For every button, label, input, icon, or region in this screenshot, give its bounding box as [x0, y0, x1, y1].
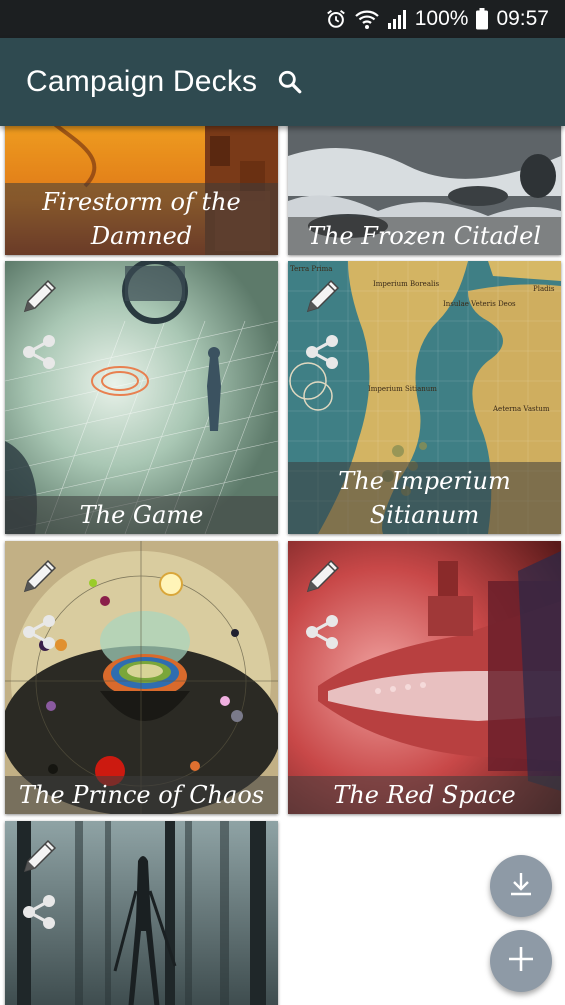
deck-title: The Prince of Chaos: [5, 776, 278, 814]
map-label: Terra Prima: [290, 265, 332, 273]
deck-title: The Red Space: [288, 776, 561, 814]
deck-title: Firestorm of the Damned: [5, 183, 278, 255]
map-label: Aeterna Vastum: [492, 405, 550, 413]
alarm-icon: [325, 8, 347, 30]
search-icon[interactable]: [275, 67, 305, 97]
deck-card-firestorm[interactable]: Firestorm of the Damned: [5, 126, 278, 255]
deck-title: The Imperium Sitianum: [288, 462, 561, 534]
edit-icon[interactable]: [19, 555, 61, 597]
clock: 09:57: [496, 7, 549, 30]
deck-card-forest[interactable]: [5, 821, 278, 1005]
deck-title: The Game: [5, 496, 278, 534]
edit-icon[interactable]: [19, 835, 61, 877]
map-label: Pladis: [533, 285, 555, 293]
battery-level: 100%: [414, 7, 469, 30]
share-icon[interactable]: [19, 331, 61, 373]
deck-card-imperium-sitianum[interactable]: Terra Prima Imperium Borealis Insulae Ve…: [288, 261, 561, 534]
share-icon[interactable]: [19, 611, 61, 653]
app-bar: Campaign Decks: [0, 38, 565, 126]
deck-grid: Firestorm of the Damned The Frozen Citad…: [0, 126, 565, 1005]
share-icon[interactable]: [302, 611, 344, 653]
share-icon[interactable]: [302, 331, 344, 373]
battery-icon: [476, 8, 489, 30]
add-deck-button[interactable]: [490, 930, 552, 992]
deck-card-the-game[interactable]: The Game: [5, 261, 278, 534]
map-label: Imperium Sitianum: [368, 385, 437, 393]
status-bar: 100% 09:57: [0, 0, 565, 38]
download-icon: [507, 870, 535, 903]
signal-icon: [387, 8, 407, 30]
map-label: Insulae Veteris Deos: [443, 300, 516, 308]
deck-card-frozen-citadel[interactable]: The Frozen Citadel: [288, 126, 561, 255]
deck-title: The Frozen Citadel: [288, 217, 561, 255]
edit-icon[interactable]: [302, 555, 344, 597]
deck-card-red-space[interactable]: The Red Space: [288, 541, 561, 814]
edit-icon[interactable]: [19, 275, 61, 317]
share-icon[interactable]: [19, 891, 61, 933]
edit-icon[interactable]: [302, 275, 344, 317]
page-title: Campaign Decks: [26, 65, 258, 98]
deck-card-prince-of-chaos[interactable]: The Prince of Chaos: [5, 541, 278, 814]
map-label: Imperium Borealis: [373, 280, 439, 288]
add-icon: [506, 944, 536, 979]
wifi-icon: [354, 8, 379, 30]
download-button[interactable]: [490, 855, 552, 917]
